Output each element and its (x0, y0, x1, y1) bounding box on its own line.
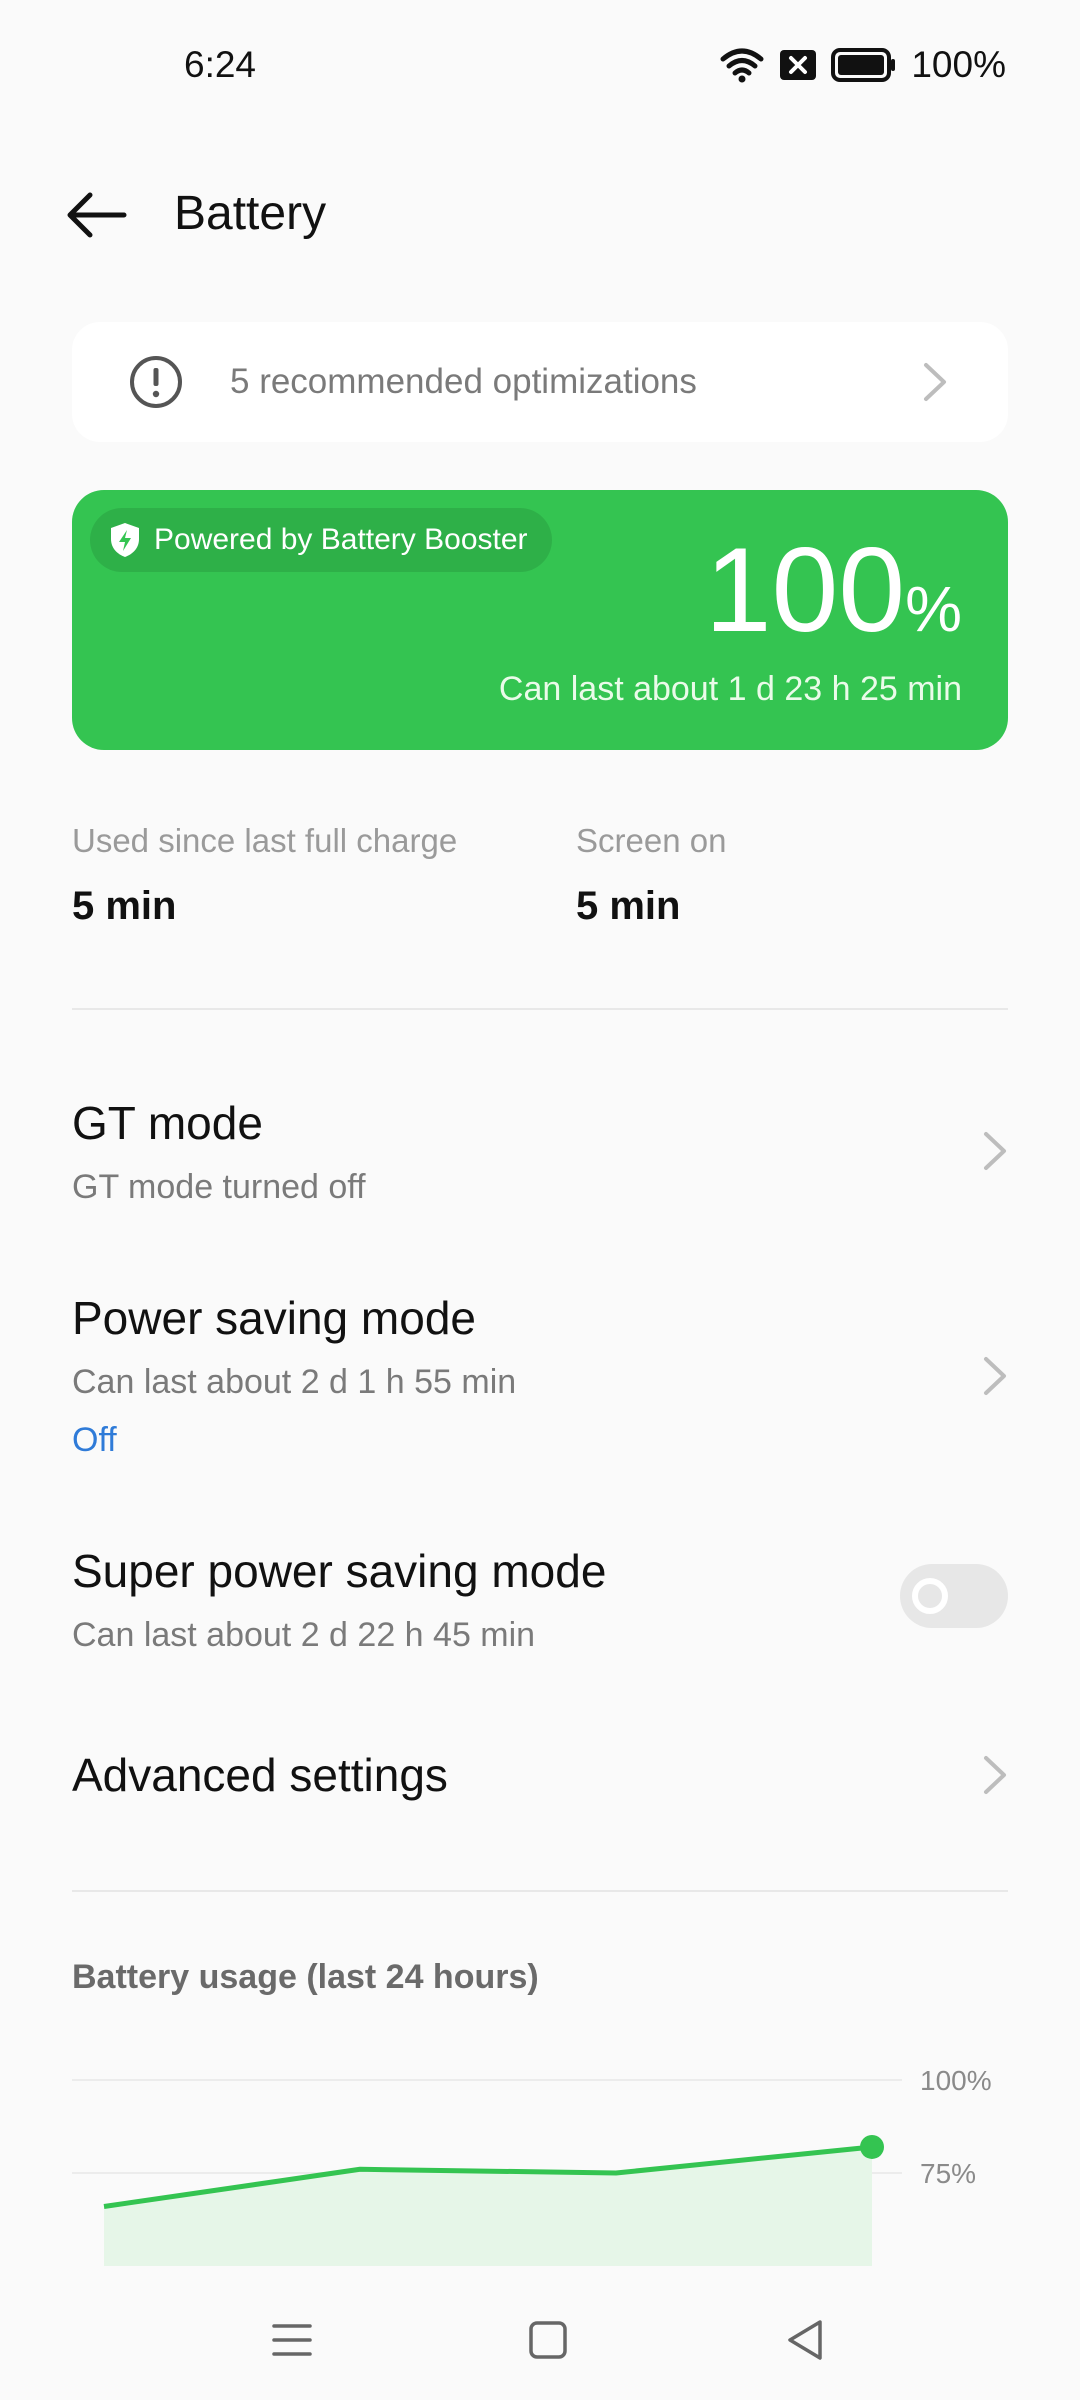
battery-status-card: Powered by Battery Booster 100% Can last… (72, 490, 1008, 750)
stat-value-screen-on: 5 min (576, 884, 681, 928)
battery-percent-large: 100% (705, 530, 962, 650)
gt-mode-title: GT mode (72, 1097, 263, 1149)
chevron-right-icon (984, 1357, 1006, 1395)
gt-mode-subtitle: GT mode turned off (72, 1168, 366, 1206)
chart-y-tick-label: 75% (920, 2158, 976, 2189)
page-title: Battery (174, 187, 327, 240)
power-saving-mode-row[interactable]: Power saving mode Can last about 2 d 1 h… (0, 1285, 1080, 1475)
toggle-knob (912, 1578, 948, 1614)
chevron-right-icon (984, 1756, 1006, 1794)
sim-disabled-icon (780, 50, 817, 80)
divider (72, 1890, 1008, 1892)
shield-bolt-icon (111, 523, 139, 557)
stat-value-since-charge: 5 min (72, 884, 177, 928)
chevron-right-icon (984, 1132, 1006, 1170)
info-circle-icon (130, 356, 182, 408)
home-square-icon[interactable] (518, 2310, 578, 2370)
battery-usage-title: Battery usage (last 24 hours) (72, 1958, 539, 1996)
chart-point (860, 2134, 884, 2159)
chart-y-tick-label: 100% (920, 2065, 992, 2096)
super-power-saving-toggle[interactable] (900, 1564, 1008, 1628)
super-power-saving-title: Super power saving mode (72, 1545, 607, 1597)
stat-label-screen-on: Screen on (576, 822, 727, 859)
divider (72, 1008, 1008, 1010)
super-power-saving-row: Super power saving mode Can last about 2… (0, 1538, 880, 1678)
chevron-right-icon (924, 363, 946, 401)
chart-area (104, 2146, 872, 2266)
gt-mode-row[interactable]: GT mode GT mode turned off (0, 1090, 1080, 1230)
battery-icon (831, 48, 896, 82)
super-power-saving-subtitle: Can last about 2 d 22 h 45 min (72, 1616, 536, 1654)
advanced-settings-row[interactable]: Advanced settings (0, 1740, 1080, 1850)
wifi-icon (720, 48, 764, 83)
status-battery-percent: 100% (911, 44, 1006, 85)
optimizations-text: 5 recommended optimizations (230, 362, 697, 401)
battery-booster-badge: Powered by Battery Booster (90, 508, 552, 572)
arrow-left-icon[interactable] (60, 180, 130, 250)
battery-booster-label: Powered by Battery Booster (154, 523, 528, 556)
power-saving-status: Off (72, 1421, 117, 1459)
power-saving-title: Power saving mode (72, 1292, 476, 1344)
battery-usage-chart: 100% 75% (72, 2065, 992, 2266)
power-saving-subtitle: Can last about 2 d 1 h 55 min (72, 1363, 517, 1401)
battery-estimate: Can last about 1 d 23 h 25 min (498, 670, 962, 708)
status-icons: 100% (719, 44, 1006, 86)
battery-percent-value: 100 (704, 523, 906, 657)
advanced-settings-title: Advanced settings (72, 1749, 448, 1801)
recommended-optimizations-card[interactable]: 5 recommended optimizations (72, 322, 1008, 442)
menu-icon[interactable] (262, 2310, 322, 2370)
stat-label-since-charge: Used since last full charge (72, 822, 458, 859)
battery-percent-unit: % (905, 573, 962, 645)
status-time: 6:24 (184, 44, 257, 85)
back-triangle-icon[interactable] (776, 2310, 836, 2370)
